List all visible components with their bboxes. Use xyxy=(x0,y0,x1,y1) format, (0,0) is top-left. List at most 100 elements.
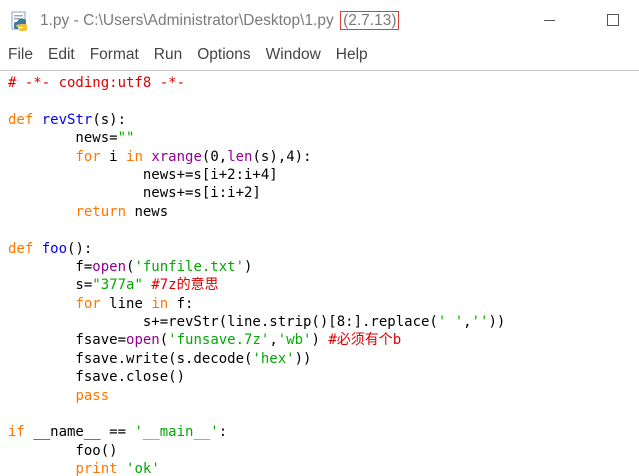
code-token: )) xyxy=(294,350,312,367)
code-line[interactable]: news+=s[i:i+2] xyxy=(8,184,505,202)
code-line[interactable]: pass xyxy=(8,387,505,405)
code-token: , xyxy=(463,314,472,331)
code-token: foo xyxy=(41,240,68,257)
code-token: fsave= xyxy=(8,332,127,349)
code-token: )) xyxy=(488,314,506,331)
code-line[interactable]: for line in f: xyxy=(8,295,505,313)
code-token: ) xyxy=(311,332,329,349)
code-line[interactable]: fsave.write(s.decode('hex')) xyxy=(8,350,505,368)
code-token: def xyxy=(8,111,34,128)
code-token: news xyxy=(126,203,169,220)
code-token: f: xyxy=(168,295,194,312)
code-line[interactable]: fsave.close() xyxy=(8,368,505,386)
code-token: #7z的意思 xyxy=(151,277,219,294)
code-token: ) xyxy=(244,258,253,275)
code-token: xrange xyxy=(151,148,202,165)
code-token: 'wb' xyxy=(277,332,312,349)
code-token: (): xyxy=(67,240,93,257)
code-line[interactable] xyxy=(8,92,505,110)
code-token: fsave.close() xyxy=(8,369,186,386)
code-token: news+=s[i:i+2] xyxy=(8,185,261,202)
code-token: # -*- coding:utf8 -*- xyxy=(8,75,186,91)
code-token: __name__ == xyxy=(24,424,135,441)
menu-help[interactable]: Help xyxy=(328,46,368,64)
code-line[interactable]: print 'ok' xyxy=(8,460,505,476)
code-token: news= xyxy=(8,130,118,147)
code-token: s= xyxy=(8,277,93,294)
code-token: f= xyxy=(8,258,93,275)
window-title: 1.py - C:\Users\Administrator\Desktop\1.… xyxy=(40,11,400,30)
code-token: return xyxy=(75,203,127,220)
maximize-button[interactable] xyxy=(590,4,636,36)
maximize-icon xyxy=(607,14,619,26)
code-token: in xyxy=(151,295,169,312)
code-token: len xyxy=(227,148,253,165)
minimize-icon xyxy=(543,19,555,21)
code-line[interactable]: fsave=open('funsave.7z','wb') #必须有个b xyxy=(8,331,505,349)
code-line[interactable]: if __name__ == '__main__': xyxy=(8,423,505,441)
code-token: foo() xyxy=(8,442,118,459)
code-line[interactable]: foo() xyxy=(8,442,505,460)
menu-window[interactable]: Window xyxy=(258,46,321,64)
code-line[interactable]: s+=revStr(line.strip()[8:].replace(' ','… xyxy=(8,313,505,331)
code-token: , xyxy=(269,332,278,349)
menu-bar: File Edit Format Run Options Window Help xyxy=(0,42,639,68)
code-token: open xyxy=(92,258,127,275)
code-token: ' ' xyxy=(437,314,464,331)
code-token: 'hex' xyxy=(252,350,295,367)
code-token: (0, xyxy=(201,148,228,165)
code-token: for xyxy=(75,295,101,312)
code-line[interactable] xyxy=(8,405,505,423)
code-token: '__main__' xyxy=(134,424,219,441)
code-token: open xyxy=(126,332,160,349)
code-token: revStr xyxy=(41,111,93,128)
code-token: : xyxy=(218,424,228,441)
code-token: fsave.write(s.decode( xyxy=(8,350,253,367)
code-line[interactable]: news="" xyxy=(8,129,505,147)
code-line[interactable]: def revStr(s): xyxy=(8,111,505,129)
code-token: '' xyxy=(471,314,489,331)
minimize-button[interactable] xyxy=(526,4,572,36)
code-text[interactable]: # -*- coding:utf8 -*- def revStr(s): news… xyxy=(8,74,505,476)
code-token: ( xyxy=(159,332,169,349)
code-token: 'funfile.txt' xyxy=(134,258,245,275)
menu-edit[interactable]: Edit xyxy=(40,46,75,64)
code-token: def xyxy=(8,240,34,257)
code-token: #必须有个b xyxy=(328,332,402,349)
title-bar: 1.py - C:\Users\Administrator\Desktop\1.… xyxy=(0,0,639,40)
menu-options[interactable]: Options xyxy=(189,46,250,64)
code-token: 'ok' xyxy=(126,461,160,476)
code-token: news+=s[i+2:i+4] xyxy=(8,166,278,183)
code-line[interactable]: return news xyxy=(8,203,505,221)
code-token: pass xyxy=(75,387,110,404)
menu-file[interactable]: File xyxy=(0,46,33,64)
code-editor[interactable]: # -*- coding:utf8 -*- def revStr(s): news… xyxy=(0,70,639,476)
menu-run[interactable]: Run xyxy=(146,46,182,64)
code-line[interactable]: s="377a" #7z的意思 xyxy=(8,276,505,294)
code-token: 'funsave.7z' xyxy=(168,332,270,349)
code-line[interactable]: f=open('funfile.txt') xyxy=(8,258,505,276)
code-token: (s),4): xyxy=(252,148,312,165)
python-version-badge: (2.7.13) xyxy=(340,11,400,30)
code-token: if xyxy=(8,424,25,441)
code-line[interactable]: def foo(): xyxy=(8,240,505,258)
code-line[interactable] xyxy=(8,221,505,239)
code-token: "377a" xyxy=(92,277,143,294)
code-token: i xyxy=(100,148,127,165)
code-line[interactable]: for i in xrange(0,len(s),4): xyxy=(8,148,505,166)
code-line[interactable]: news+=s[i+2:i+4] xyxy=(8,166,505,184)
code-token: in xyxy=(126,148,143,165)
code-token: print xyxy=(75,461,118,476)
code-token: (s): xyxy=(92,111,127,128)
code-token: "" xyxy=(117,130,135,147)
code-line[interactable]: # -*- coding:utf8 -*- xyxy=(8,74,505,92)
menu-format[interactable]: Format xyxy=(82,46,139,64)
